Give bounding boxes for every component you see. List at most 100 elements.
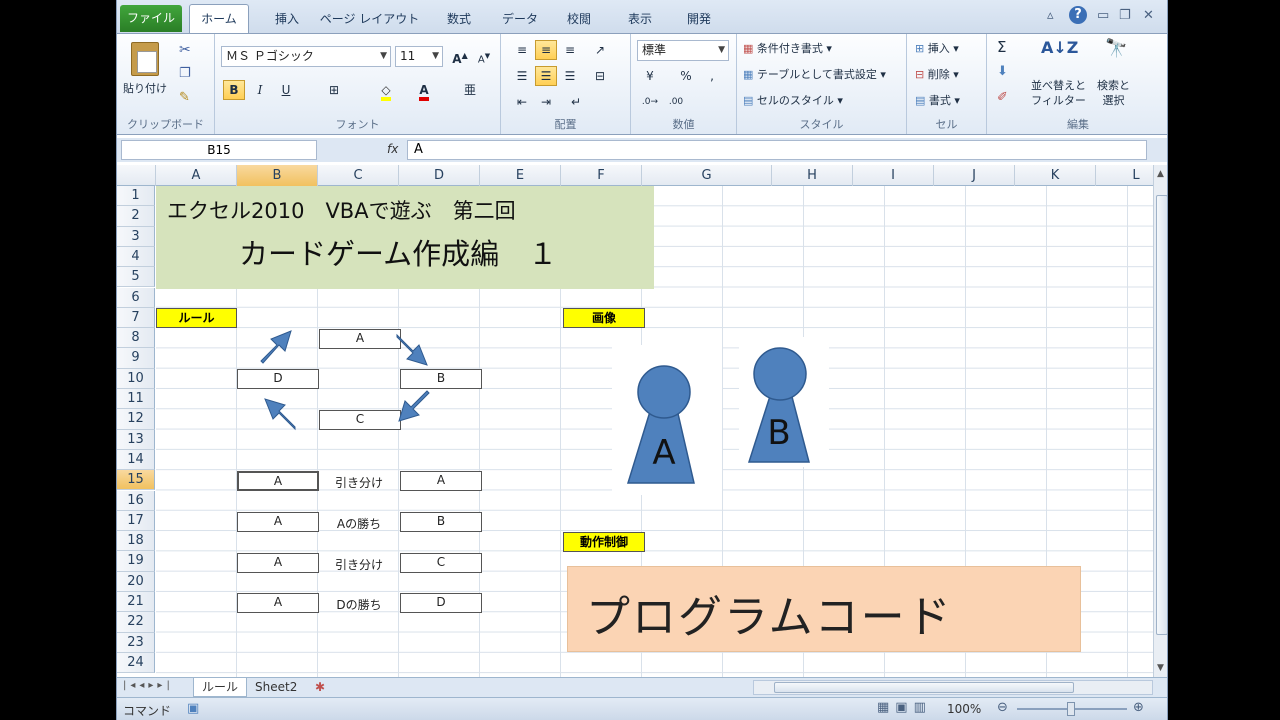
minimize-icon[interactable]: ▭ (1097, 8, 1109, 23)
sheet-tab-rule[interactable]: ルール (193, 678, 248, 697)
scroll-up-icon[interactable]: ▲ (1157, 169, 1164, 179)
help-icon[interactable]: ? (1069, 6, 1087, 24)
format-as-table-button[interactable]: ▦ テーブルとして書式設定 ▾ (743, 66, 886, 82)
align-bottom-icon[interactable]: ≡ (559, 40, 581, 60)
tab-developer[interactable]: 開発 (679, 8, 719, 30)
autosum-button[interactable]: Σ (997, 38, 1006, 56)
align-left-icon[interactable]: ☰ (511, 66, 533, 86)
row-header[interactable]: 1 (117, 186, 155, 207)
row-header[interactable]: 14 (117, 449, 155, 471)
new-sheet-icon[interactable]: ✱ (315, 680, 325, 694)
percent-button[interactable]: % (675, 66, 697, 86)
result-left-card[interactable]: A (237, 471, 319, 491)
row-header[interactable]: 5 (117, 267, 155, 288)
fill-color-icon[interactable]: ◇ (375, 80, 397, 101)
row-header[interactable]: 22 (117, 612, 155, 633)
select-all-corner[interactable] (117, 165, 156, 186)
row-header[interactable]: 6 (117, 287, 155, 308)
shrink-font-button[interactable]: A▼ (473, 46, 495, 66)
increase-decimal-icon[interactable]: .0→ (639, 92, 661, 112)
cell-styles-button[interactable]: ▤ セルのスタイル ▾ (743, 92, 843, 108)
column-header[interactable]: H (772, 165, 853, 186)
vertical-scrollbar[interactable]: ▲ ▼ (1153, 165, 1167, 677)
row-header[interactable]: 13 (117, 429, 155, 450)
row-header[interactable]: 8 (117, 328, 155, 349)
row-header[interactable]: 12 (117, 409, 155, 430)
vertical-scroll-thumb[interactable] (1156, 195, 1167, 635)
format-cells-button[interactable]: ▤ 書式 ▾ (915, 92, 960, 108)
row-header[interactable]: 24 (117, 652, 155, 674)
program-code-button[interactable]: プログラムコード (567, 566, 1081, 652)
bold-button[interactable]: B (223, 80, 245, 100)
wrap-text-icon[interactable]: ↵ (565, 92, 587, 112)
paste-icon[interactable] (131, 42, 159, 76)
orientation-icon[interactable]: ↗ (589, 40, 611, 60)
sheet-tab-sheet2[interactable]: Sheet2 (247, 678, 305, 697)
borders-icon[interactable]: ⊞ (323, 80, 345, 100)
copy-icon[interactable]: ❐ (179, 66, 191, 81)
column-header[interactable]: D (399, 165, 480, 186)
increase-indent-icon[interactable]: ⇥ (535, 92, 557, 112)
zoom-level[interactable]: 100% (947, 702, 981, 716)
row-header[interactable]: 9 (117, 348, 155, 369)
sort-filter-icon[interactable]: A↓Z (1041, 38, 1078, 57)
find-select-button[interactable]: 検索と 選択 (1097, 78, 1130, 108)
row-header[interactable]: 19 (117, 551, 155, 572)
row-header[interactable]: 17 (117, 510, 155, 532)
row-header[interactable]: 15 (117, 470, 155, 491)
sheet-nav-icon[interactable]: |◂◂▸▸| (123, 680, 174, 691)
column-header[interactable]: C (318, 165, 399, 186)
sort-filter-button[interactable]: 並べ替えと フィルター (1031, 78, 1086, 108)
font-size-select[interactable]: 11 ▼ (395, 46, 443, 67)
close-icon[interactable]: ✕ (1143, 8, 1154, 23)
phonetic-icon[interactable]: 亜 (459, 80, 481, 100)
decrease-indent-icon[interactable]: ⇤ (511, 92, 533, 112)
align-top-icon[interactable]: ≡ (511, 40, 533, 60)
tab-review[interactable]: 校閲 (559, 8, 599, 30)
row-header[interactable]: 10 (117, 368, 155, 389)
row-header[interactable]: 7 (117, 307, 155, 329)
row-header[interactable]: 20 (117, 571, 155, 592)
align-right-icon[interactable]: ☰ (559, 66, 581, 86)
italic-button[interactable]: I (249, 80, 271, 100)
row-header[interactable]: 3 (117, 226, 155, 247)
row-header[interactable]: 2 (117, 206, 155, 227)
fx-icon[interactable]: fx (387, 142, 398, 156)
tab-formulas[interactable]: 数式 (439, 8, 479, 30)
format-painter-icon[interactable]: ✎ (179, 90, 190, 105)
column-header[interactable]: J (934, 165, 1015, 186)
macro-record-icon[interactable]: ▣ (187, 701, 199, 716)
column-header[interactable]: G (642, 165, 772, 186)
column-header[interactable]: K (1015, 165, 1096, 186)
tab-home[interactable]: ホーム (189, 4, 249, 34)
underline-button[interactable]: U (275, 80, 297, 100)
conditional-format-button[interactable]: ▦ 条件付き書式 ▾ (743, 40, 832, 56)
horizontal-scrollbar[interactable] (753, 680, 1153, 695)
currency-icon[interactable]: ¥ (639, 66, 661, 86)
cut-icon[interactable]: ✂ (179, 42, 191, 58)
find-icon[interactable]: 🔭 (1105, 38, 1127, 59)
font-color-icon[interactable]: A (413, 80, 435, 101)
view-buttons[interactable]: ▦▣▥ (877, 700, 932, 715)
zoom-in-icon[interactable]: ⊕ (1133, 700, 1144, 715)
column-header[interactable]: I (853, 165, 934, 186)
paste-button[interactable]: 貼り付け (123, 80, 167, 96)
tab-data[interactable]: データ (495, 8, 545, 30)
row-header[interactable]: 23 (117, 632, 155, 653)
align-middle-icon[interactable]: ≡ (535, 40, 557, 60)
merge-center-icon[interactable]: ⊟ (589, 66, 611, 86)
horizontal-scroll-thumb[interactable] (774, 682, 1074, 693)
restore-icon[interactable]: ❐ (1119, 8, 1131, 23)
tab-insert[interactable]: 挿入 (267, 8, 307, 30)
zoom-slider-thumb[interactable] (1067, 702, 1075, 716)
tab-view[interactable]: 表示 (620, 8, 660, 30)
grow-font-button[interactable]: A▲ (449, 46, 471, 66)
row-header[interactable]: 16 (117, 490, 155, 511)
scroll-down-icon[interactable]: ▼ (1157, 663, 1164, 673)
piece-b-image[interactable]: B (739, 337, 829, 467)
font-name-select[interactable]: ＭＳ Ｐゴシック ▼ (221, 46, 391, 67)
tab-page-layout[interactable]: ページ レイアウト (317, 8, 422, 30)
row-header[interactable]: 18 (117, 531, 155, 552)
decrease-decimal-icon[interactable]: .00 (665, 92, 687, 112)
clear-icon[interactable]: ✐ (997, 90, 1008, 105)
